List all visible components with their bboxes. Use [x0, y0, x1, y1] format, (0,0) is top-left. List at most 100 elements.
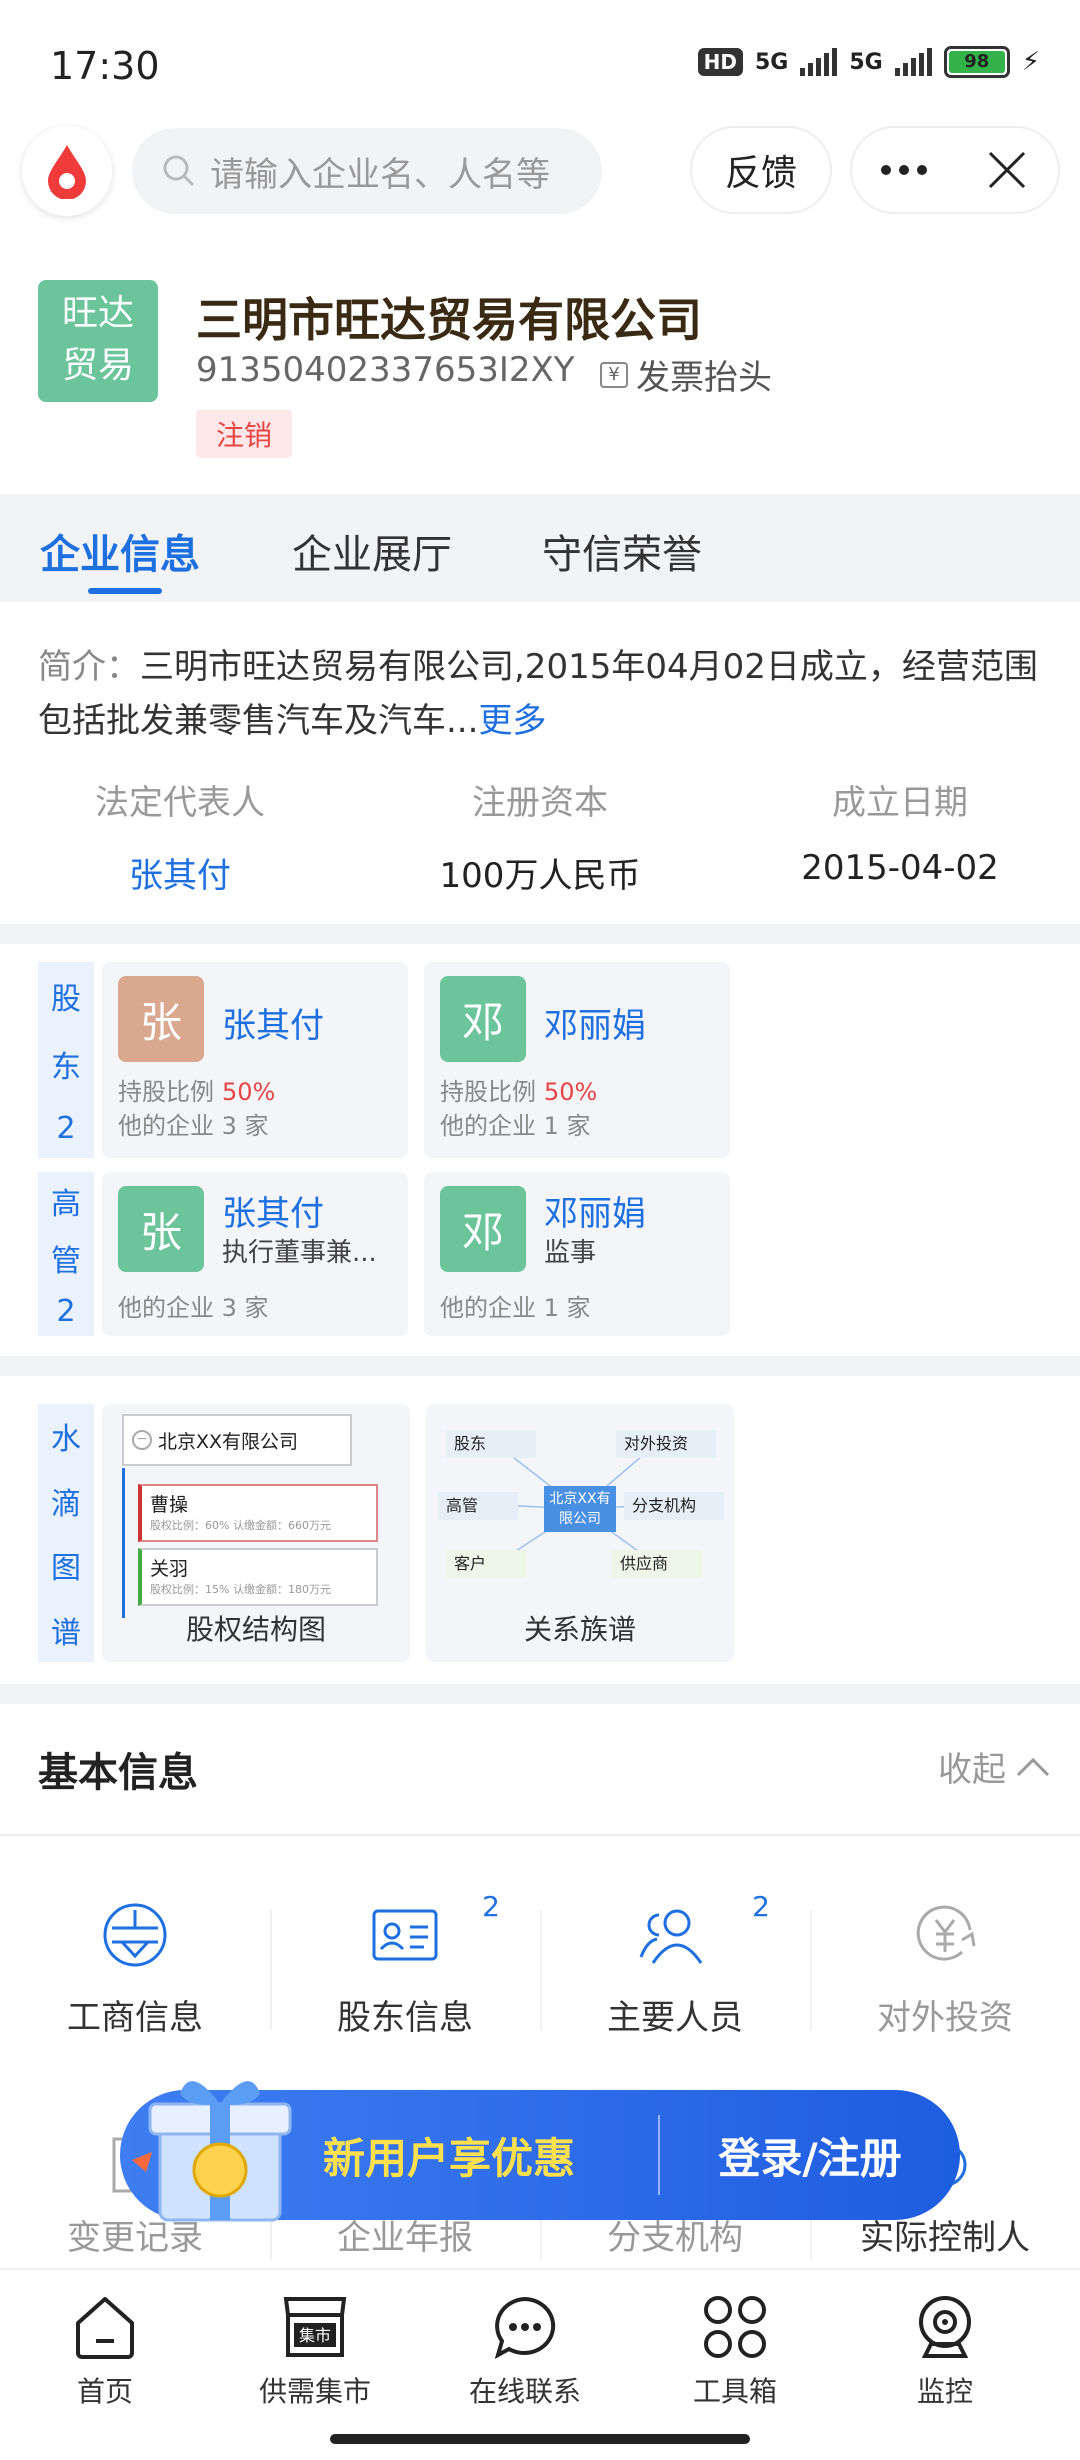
tab-company-info[interactable]: 企业信息 — [40, 522, 200, 580]
tab-bar: 企业信息 企业展厅 守信荣誉 — [0, 494, 1080, 602]
basic-info-header: 基本信息 收起 — [0, 1690, 1080, 1840]
signal-icon — [800, 48, 838, 76]
executive-card[interactable]: 张 张其付 执行董事兼... 他的企业 3 家 — [102, 1172, 408, 1336]
stat-legal-rep: 法定代表人 张其付 — [0, 775, 360, 897]
executives-label[interactable]: 高管2 — [38, 1172, 94, 1336]
shareholder-name[interactable]: 张其付 — [222, 998, 324, 1047]
company-logo: 旺达 贸易 — [38, 280, 158, 402]
id-card-icon — [372, 1909, 438, 1961]
relation-center: 北京XX有限公司 — [544, 1486, 616, 1532]
nav-market[interactable]: 集市 供需集市 — [240, 2290, 390, 2410]
relation-node: 高管 — [438, 1492, 518, 1520]
feedback-button[interactable]: 反馈 — [690, 126, 832, 214]
related-companies: 他的企业 1 家 — [440, 1294, 591, 1322]
executive-name[interactable]: 邓丽娟 — [544, 1186, 646, 1235]
company-header: 旺达 贸易 三明市旺达贸易有限公司 91350402337653I2XY ¥ 发票… — [0, 280, 1080, 480]
shareholder-card[interactable]: 邓 邓丽娟 持股比例 50% 他的企业 1 家 — [424, 962, 730, 1158]
company-name: 三明市旺达贸易有限公司 — [196, 293, 702, 347]
divider — [0, 924, 1080, 944]
legal-rep-link[interactable]: 张其付 — [0, 848, 360, 897]
relation-node: 客户 — [446, 1550, 526, 1578]
login-register-button[interactable]: 登录/注册 — [660, 2125, 960, 2186]
people-icon — [639, 1909, 703, 1964]
nav-monitor[interactable]: 监控 — [870, 2290, 1020, 2410]
top-bar: 请输入企业名、人名等 反馈 — [0, 126, 1080, 256]
shareholders-label[interactable]: 股东2 — [38, 962, 94, 1158]
search-input[interactable]: 请输入企业名、人名等 — [132, 128, 602, 214]
equity-row: 曹操 股权比例：60% 认缴金额：660万元 — [138, 1484, 378, 1542]
signal-icon-2 — [894, 48, 932, 76]
basic-info-title: 基本信息 — [38, 1750, 198, 1796]
grid-icon — [704, 2296, 766, 2358]
graph-label: 水滴图谱 — [38, 1404, 94, 1662]
intro-label: 简介： — [38, 647, 140, 687]
invoice-icon: ¥ — [600, 361, 628, 388]
status-bar: 17:30 HD 5G 5G 98 ⚡ — [0, 0, 1080, 130]
executive-role: 监事 — [544, 1238, 597, 1268]
executive-card[interactable]: 邓 邓丽娟 监事 他的企业 1 家 — [424, 1172, 730, 1336]
battery-icon: 98 — [943, 46, 1010, 78]
credit-code: 91350402337653I2XY — [196, 350, 575, 390]
tab-indicator — [88, 588, 162, 594]
count-badge: 2 — [482, 1890, 500, 1923]
grid-investments[interactable]: 对外投资 — [810, 1890, 1080, 2039]
collapse-button[interactable]: 收起 — [938, 1742, 1050, 1791]
investment-icon — [916, 1905, 976, 1961]
camera-icon — [919, 2296, 971, 2358]
status-badge: 注销 — [196, 410, 293, 458]
grid-key-personnel[interactable]: 主要人员 2 — [540, 1890, 810, 2039]
nav-home[interactable]: 首页 — [30, 2290, 180, 2410]
svg-text:集市: 集市 — [299, 2326, 331, 2345]
search-icon — [163, 155, 195, 187]
equity-structure-caption: 股权结构图 — [185, 1613, 326, 1646]
grid-business-info[interactable]: 工商信息 — [0, 1890, 270, 2039]
equity-structure-card[interactable]: − 北京XX有限公司 曹操 股权比例：60% 认缴金额：660万元 关羽 股权比… — [102, 1404, 410, 1662]
avatar: 邓 — [440, 976, 526, 1062]
hd-icon: HD — [697, 48, 743, 76]
executive-name[interactable]: 张其付 — [222, 1186, 324, 1235]
clock: 17:30 — [50, 44, 160, 88]
stat-founded-date: 成立日期 2015-04-02 — [801, 783, 999, 888]
avatar: 邓 — [440, 1186, 526, 1272]
divider — [0, 1356, 1080, 1376]
chat-icon — [494, 2296, 556, 2359]
home-indicator — [330, 2434, 750, 2444]
charging-icon: ⚡ — [1021, 47, 1040, 77]
relation-node: 股东 — [446, 1430, 536, 1458]
related-companies: 他的企业 3 家 — [118, 1294, 269, 1322]
close-button[interactable] — [955, 128, 1058, 212]
divider — [0, 1834, 1080, 1836]
tab-credit-honor[interactable]: 守信荣誉 — [542, 522, 702, 580]
intro-more-link[interactable]: 更多 — [478, 701, 546, 741]
shareholding-ratio: 持股比例 50% — [118, 1078, 276, 1106]
shareholder-card[interactable]: 张 张其付 持股比例 50% 他的企业 3 家 — [102, 962, 408, 1158]
relation-node: 分支机构 — [624, 1492, 724, 1520]
network-5g-label: 5G — [754, 49, 789, 75]
nav-online-contact[interactable]: 在线联系 — [450, 2290, 600, 2410]
relation-node: 对外投资 — [616, 1430, 716, 1458]
stat-registered-capital: 注册资本 100万人民币 — [439, 783, 641, 896]
related-companies: 他的企业 1 家 — [440, 1112, 591, 1140]
market-icon: 集市 — [283, 2297, 347, 2357]
status-icons: HD 5G 5G 98 ⚡ — [697, 46, 1040, 78]
related-companies: 他的企业 3 家 — [118, 1112, 269, 1140]
close-icon — [988, 151, 1025, 189]
nav-toolbox[interactable]: 工具箱 — [660, 2290, 810, 2410]
relationship-graph-card[interactable]: 北京XX有限公司 股东 对外投资 高管 分支机构 客户 供应商 关系族谱 — [426, 1404, 734, 1662]
gift-icon — [132, 2081, 292, 2222]
relation-node: 供应商 — [612, 1550, 702, 1578]
company-intro: 简介：三明市旺达贸易有限公司,2015年04月02日成立，经营范围包括批发兼零售… — [38, 640, 1048, 748]
avatar: 张 — [118, 1186, 204, 1272]
grid-shareholder-info[interactable]: 股东信息 2 — [270, 1890, 540, 2039]
capsule-menu — [850, 126, 1060, 214]
tree-line — [122, 1468, 125, 1618]
equity-row: 关羽 股权比例：15% 认缴金额：180万元 — [138, 1548, 378, 1606]
invoice-button[interactable]: ¥ 发票抬头 — [600, 350, 772, 399]
count-badge: 2 — [752, 1890, 770, 1923]
shareholder-name[interactable]: 邓丽娟 — [544, 998, 646, 1047]
more-button[interactable] — [852, 128, 955, 212]
equity-root: − 北京XX有限公司 — [122, 1414, 352, 1466]
app-logo-icon[interactable] — [22, 126, 112, 216]
tab-company-showroom[interactable]: 企业展厅 — [292, 522, 452, 580]
key-stats: 法定代表人 张其付 注册资本 100万人民币 成立日期 2015-04-02 — [0, 775, 1080, 896]
